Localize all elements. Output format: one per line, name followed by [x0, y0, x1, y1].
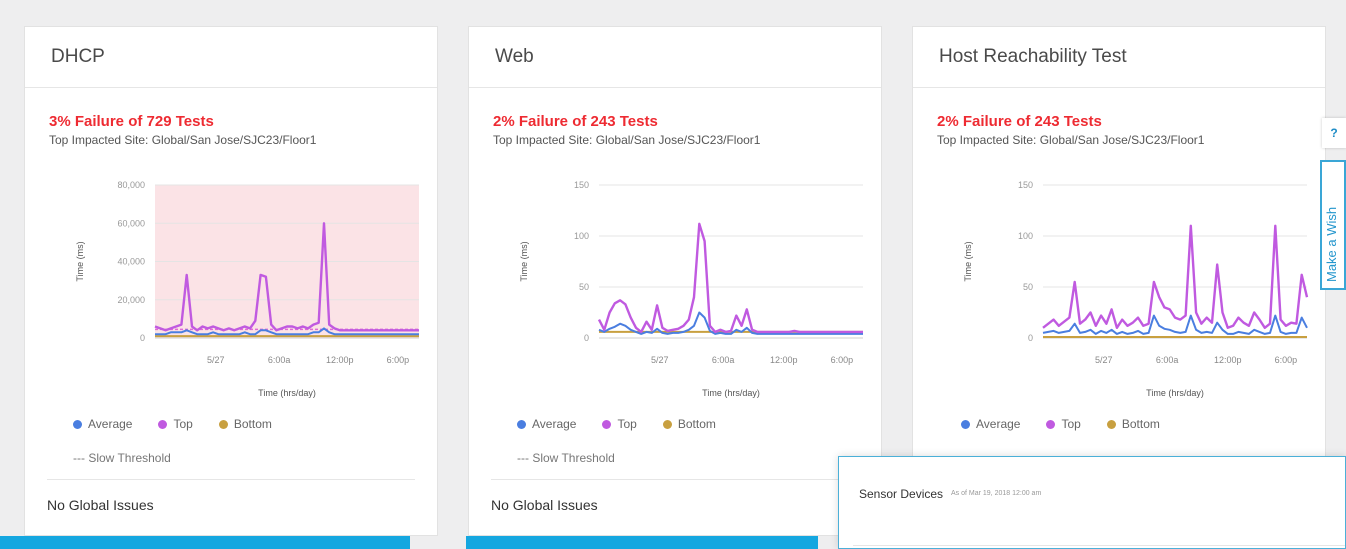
web-footer-bar[interactable]: [466, 536, 818, 549]
average-dot-icon: [73, 420, 82, 429]
legend-top[interactable]: Top: [1046, 417, 1081, 431]
y-axis-label: Time (ms): [75, 241, 85, 281]
y-tick-label: 80,000: [117, 180, 145, 190]
x-tick-label: 6:00a: [1156, 355, 1179, 365]
legend-average[interactable]: Average: [961, 417, 1020, 431]
y-tick-label: 0: [584, 333, 589, 343]
dhcp-chart[interactable]: 80,000 60,000 40,000 20,000 0 Time (ms) 5/27 6:…: [39, 175, 429, 411]
web-chart[interactable]: 150 100 50 0 Time (ms) 5/27 6:00a 12:00p 6:00p Ti…: [483, 175, 873, 411]
bottom-dot-icon: [218, 420, 228, 429]
y-tick-label: 0: [140, 333, 145, 343]
x-tick-label: 6:00p: [1275, 355, 1298, 365]
average-dot-icon: [517, 420, 526, 429]
failure-summary[interactable]: 3% Failure of 729 Tests: [49, 113, 214, 130]
dhcp-footer-bar[interactable]: [0, 536, 410, 549]
x-tick-label: 5/27: [207, 355, 225, 365]
top-dot-icon: [1046, 420, 1056, 429]
x-tick-label: 6:00p: [387, 355, 410, 365]
card-title: Web: [469, 27, 881, 88]
failure-summary[interactable]: 2% Failure of 243 Tests: [937, 113, 1102, 130]
card-title: DHCP: [25, 27, 437, 88]
y-axis-label: Time (ms): [519, 241, 529, 281]
global-issues-text: No Global Issues: [491, 497, 598, 513]
y-tick-label: 40,000: [117, 257, 145, 267]
make-a-wish-tab[interactable]: Make a Wish: [1320, 160, 1346, 290]
top-impacted-site: Top Impacted Site: Global/San Jose/SJC23…: [493, 133, 761, 147]
y-tick-label: 100: [574, 231, 589, 241]
host-reachability-chart[interactable]: 150 100 50 0 Time (ms) 5/27 6:00a 12:00p 6:00p Ti…: [927, 175, 1317, 411]
chart-legend: Average Top Bottom: [961, 417, 1160, 431]
make-a-wish-label: Make a Wish: [1324, 206, 1339, 282]
series-line-top[interactable]: [1042, 224, 1309, 330]
x-tick-label: 12:00p: [1214, 355, 1242, 365]
top-impacted-site: Top Impacted Site: Global/San Jose/SJC23…: [937, 133, 1205, 147]
divider: [47, 479, 415, 480]
help-button[interactable]: ?: [1322, 118, 1346, 148]
x-tick-label: 12:00p: [326, 355, 354, 365]
legend-top[interactable]: Top: [158, 417, 193, 431]
top-dot-icon: [158, 420, 168, 429]
y-tick-label: 20,000: [117, 295, 145, 305]
legend-bottom[interactable]: Bottom: [1106, 417, 1160, 431]
bottom-dot-icon: [1106, 420, 1116, 429]
legend-average[interactable]: Average: [517, 417, 576, 431]
sensor-devices-panel: Sensor Devices As of Mar 19, 2018 12:00 …: [838, 456, 1346, 549]
x-axis-label: Time (hrs/day): [258, 388, 316, 398]
chart-legend: Average Top Bottom: [73, 417, 272, 431]
divider: [491, 479, 859, 480]
x-tick-label: 5/27: [651, 355, 669, 365]
y-tick-label: 50: [1023, 282, 1033, 292]
legend-bottom[interactable]: Bottom: [218, 417, 272, 431]
x-tick-label: 5/27: [1095, 355, 1113, 365]
x-tick-label: 6:00a: [268, 355, 291, 365]
divider: [853, 545, 1345, 546]
y-tick-label: 0: [1028, 333, 1033, 343]
slow-threshold-legend: --- Slow Threshold: [73, 451, 171, 465]
y-tick-label: 100: [1018, 231, 1033, 241]
y-tick-label: 60,000: [117, 218, 145, 228]
legend-bottom[interactable]: Bottom: [662, 417, 716, 431]
global-issues-text: No Global Issues: [47, 497, 154, 513]
chart-legend: Average Top Bottom: [517, 417, 716, 431]
legend-top[interactable]: Top: [602, 417, 637, 431]
x-tick-label: 12:00p: [770, 355, 798, 365]
slow-threshold-legend: --- Slow Threshold: [517, 451, 615, 465]
average-dot-icon: [961, 420, 970, 429]
legend-average[interactable]: Average: [73, 417, 132, 431]
failure-summary[interactable]: 2% Failure of 243 Tests: [493, 113, 658, 130]
y-tick-label: 50: [579, 282, 589, 292]
panel-timestamp: As of Mar 19, 2018 12:00 am: [951, 490, 1042, 497]
y-tick-label: 150: [574, 180, 589, 190]
x-axis-label: Time (hrs/day): [1146, 388, 1204, 398]
y-axis-label: Time (ms): [963, 241, 973, 281]
y-tick-label: 150: [1018, 180, 1033, 190]
top-impacted-site: Top Impacted Site: Global/San Jose/SJC23…: [49, 133, 317, 147]
card-title: Host Reachability Test: [913, 27, 1325, 88]
bottom-dot-icon: [662, 420, 672, 429]
panel-title: Sensor Devices: [859, 487, 944, 501]
x-tick-label: 6:00p: [831, 355, 854, 365]
x-axis-label: Time (hrs/day): [702, 388, 760, 398]
x-tick-label: 6:00a: [712, 355, 735, 365]
top-dot-icon: [602, 420, 612, 429]
dhcp-card: DHCP 3% Failure of 729 Tests Top Impacte…: [24, 26, 438, 536]
series-line-top[interactable]: [597, 222, 863, 334]
web-card: Web 2% Failure of 243 Tests Top Impacted…: [468, 26, 882, 536]
